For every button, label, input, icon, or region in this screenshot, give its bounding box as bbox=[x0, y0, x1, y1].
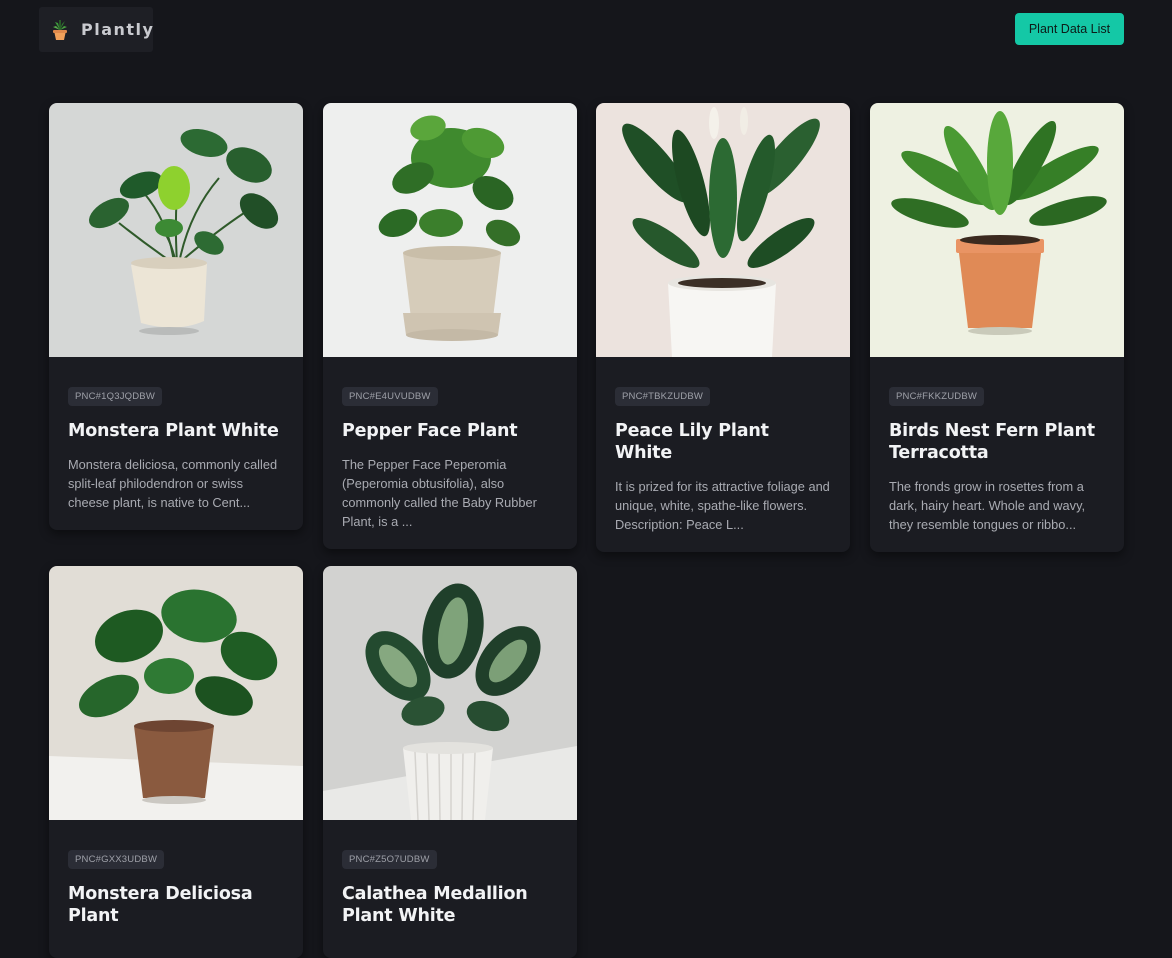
plant-name: Pepper Face Plant bbox=[342, 421, 518, 441]
plant-code-badge: PNC#1Q3JQDBW bbox=[68, 387, 163, 406]
plant-name: Peace Lily Plant White bbox=[615, 421, 769, 463]
plant-name: Monstera Plant White bbox=[68, 421, 279, 441]
plant-image bbox=[870, 103, 1124, 357]
plant-card[interactable]: PNC#1Q3JQDBW Monstera Plant White Monste… bbox=[49, 103, 303, 530]
navbar: Plantly Plant Data List bbox=[0, 0, 1172, 60]
plant-image bbox=[323, 566, 577, 820]
plant-code-badge: PNC#TBKZUDBW bbox=[615, 387, 711, 406]
plant-image bbox=[323, 103, 577, 357]
plant-card[interactable]: PNC#FKKZUDBW Birds Nest Fern Plant Terra… bbox=[870, 103, 1124, 552]
plant-code-badge: PNC#Z5O7UDBW bbox=[342, 850, 437, 869]
plant-card[interactable]: PNC#Z5O7UDBW Calathea Medallion Plant Wh… bbox=[323, 566, 577, 958]
plant-image bbox=[596, 103, 850, 357]
potted-plant-icon bbox=[51, 19, 69, 41]
plant-image bbox=[49, 566, 303, 820]
plant-code-badge: PNC#FKKZUDBW bbox=[889, 387, 985, 406]
brand-name: Plantly bbox=[81, 20, 155, 39]
plant-description: The Pepper Face Peperomia (Peperomia obt… bbox=[342, 457, 537, 529]
plant-image bbox=[49, 103, 303, 357]
plant-description: The fronds grow in rosettes from a dark,… bbox=[889, 479, 1086, 532]
plant-card[interactable]: PNC#E4UVUDBW Pepper Face Plant The Peppe… bbox=[323, 103, 577, 549]
plant-name: Monstera Deliciosa Plant bbox=[68, 884, 253, 926]
plant-description: It is prized for its attractive foliage … bbox=[615, 479, 830, 532]
brand-logo-link[interactable]: Plantly bbox=[39, 7, 153, 52]
plant-card[interactable]: PNC#TBKZUDBW Peace Lily Plant White It i… bbox=[596, 103, 850, 552]
plant-card[interactable]: PNC#GXX3UDBW Monstera Deliciosa Plant bbox=[49, 566, 303, 958]
plant-name: Birds Nest Fern Plant Terracotta bbox=[889, 421, 1095, 463]
plant-code-badge: PNC#GXX3UDBW bbox=[68, 850, 165, 869]
plant-code-badge: PNC#E4UVUDBW bbox=[342, 387, 438, 406]
plant-description: Monstera deliciosa, commonly called spli… bbox=[68, 457, 278, 510]
plant-data-list-button[interactable]: Plant Data List bbox=[1015, 13, 1124, 45]
plant-name: Calathea Medallion Plant White bbox=[342, 884, 528, 926]
